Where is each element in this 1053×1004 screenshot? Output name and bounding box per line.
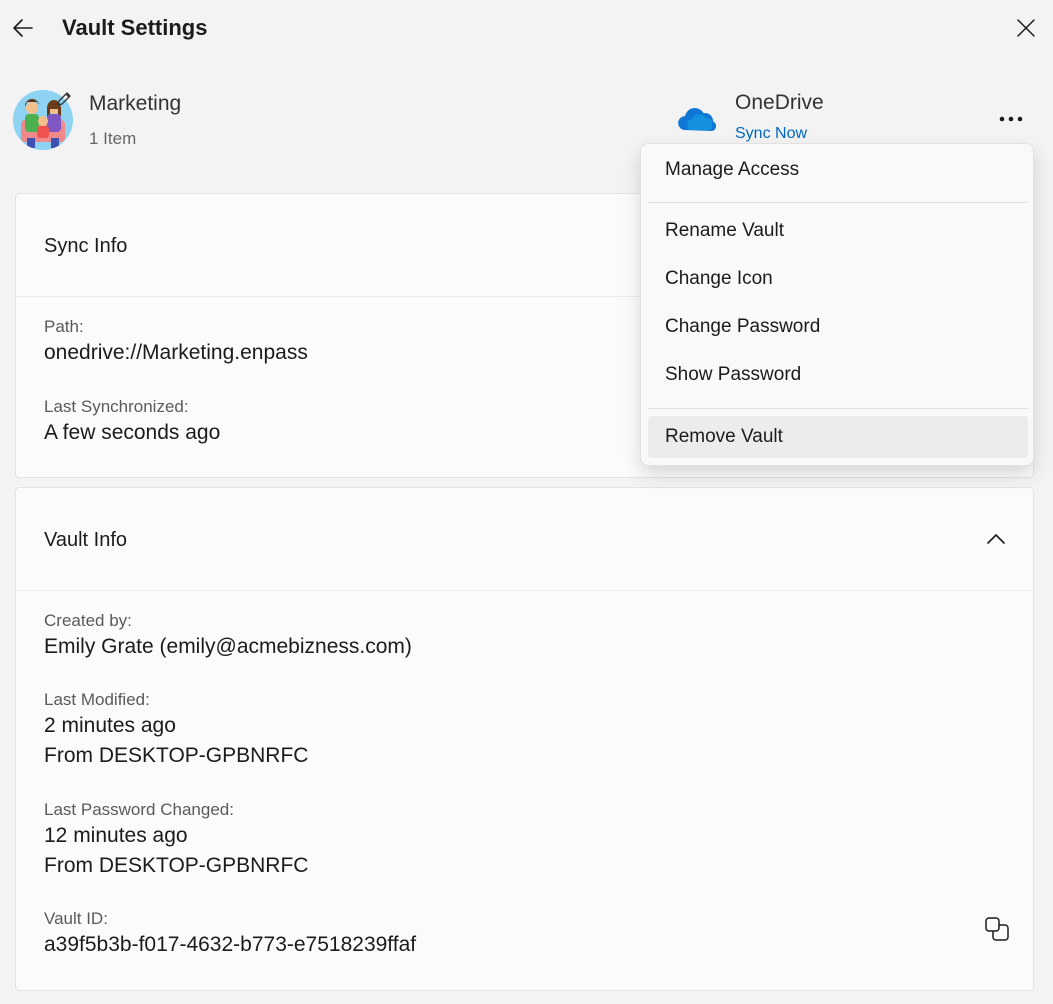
copy-icon xyxy=(985,917,1009,941)
onedrive-icon xyxy=(676,104,717,134)
path-label: Path: xyxy=(44,317,84,336)
last-modified-from: From DESKTOP-GPBNRFC xyxy=(44,744,309,767)
last-modified-value: 2 minutes ago xyxy=(44,714,176,737)
copy-vault-id-button[interactable] xyxy=(978,910,1016,948)
created-by-value: Emily Grate (emily@acmebizness.com) xyxy=(44,635,412,658)
menu-item-rename-vault[interactable]: Rename Vault xyxy=(648,210,1028,252)
vault-id-field: Vault ID: a39f5b3b-f017-4632-b773-e75182… xyxy=(44,908,416,960)
last-password-changed-value: 12 minutes ago xyxy=(44,824,188,847)
menu-divider xyxy=(648,202,1028,203)
last-synchronized-value: A few seconds ago xyxy=(44,421,221,444)
vault-options-menu: Manage Access Rename Vault Change Icon C… xyxy=(640,143,1034,466)
vault-name: Marketing xyxy=(89,92,182,115)
page-title: Vault Settings xyxy=(62,15,208,40)
menu-item-show-password[interactable]: Show Password xyxy=(648,354,1028,396)
arrow-left-icon xyxy=(13,19,33,37)
last-modified-label: Last Modified: xyxy=(44,690,150,709)
last-password-changed-from: From DESKTOP-GPBNRFC xyxy=(44,854,309,877)
vault-info-header[interactable]: Vault Info xyxy=(16,488,1033,591)
menu-item-change-icon[interactable]: Change Icon xyxy=(648,258,1028,300)
created-by-label: Created by: xyxy=(44,611,132,630)
vault-item-count: 1 Item xyxy=(89,129,137,148)
title-bar: Vault Settings xyxy=(0,0,1053,56)
last-password-changed-field: Last Password Changed: 12 minutes ago Fr… xyxy=(44,799,308,881)
menu-item-remove-vault[interactable]: Remove Vault xyxy=(648,416,1028,458)
path-value: onedrive://Marketing.enpass xyxy=(44,341,308,364)
vault-id-value: a39f5b3b-f017-4632-b773-e7518239ffaf xyxy=(44,933,417,956)
vault-id-label: Vault ID: xyxy=(44,909,108,928)
edit-vault-button[interactable] xyxy=(54,89,74,109)
pencil-icon xyxy=(57,92,71,106)
last-synchronized-label: Last Synchronized: xyxy=(44,397,189,416)
back-button[interactable] xyxy=(8,12,38,44)
last-modified-field: Last Modified: 2 minutes ago From DESKTO… xyxy=(44,689,308,771)
created-by-field: Created by: Emily Grate (emily@acmebizne… xyxy=(44,610,412,662)
sync-provider-name: OneDrive xyxy=(735,91,824,114)
last-password-changed-label: Last Password Changed: xyxy=(44,800,234,819)
path-field: Path: onedrive://Marketing.enpass xyxy=(44,316,308,368)
close-button[interactable] xyxy=(1010,12,1042,44)
collapse-button[interactable] xyxy=(978,524,1014,554)
last-synchronized-field: Last Synchronized: A few seconds ago xyxy=(44,396,220,448)
more-options-button[interactable] xyxy=(990,104,1032,134)
close-icon xyxy=(1017,19,1035,37)
chevron-up-icon xyxy=(987,534,1005,544)
sync-info-title: Sync Info xyxy=(44,235,128,257)
menu-item-change-password[interactable]: Change Password xyxy=(648,306,1028,348)
vault-info-title: Vault Info xyxy=(44,529,128,551)
vault-info-card: Vault Info Created by: Emily Grate (emil… xyxy=(15,487,1034,991)
menu-divider xyxy=(648,408,1028,409)
more-horizontal-icon xyxy=(999,116,1023,122)
menu-item-manage-access[interactable]: Manage Access xyxy=(648,149,1028,191)
sync-now-link[interactable]: Sync Now xyxy=(735,125,807,143)
